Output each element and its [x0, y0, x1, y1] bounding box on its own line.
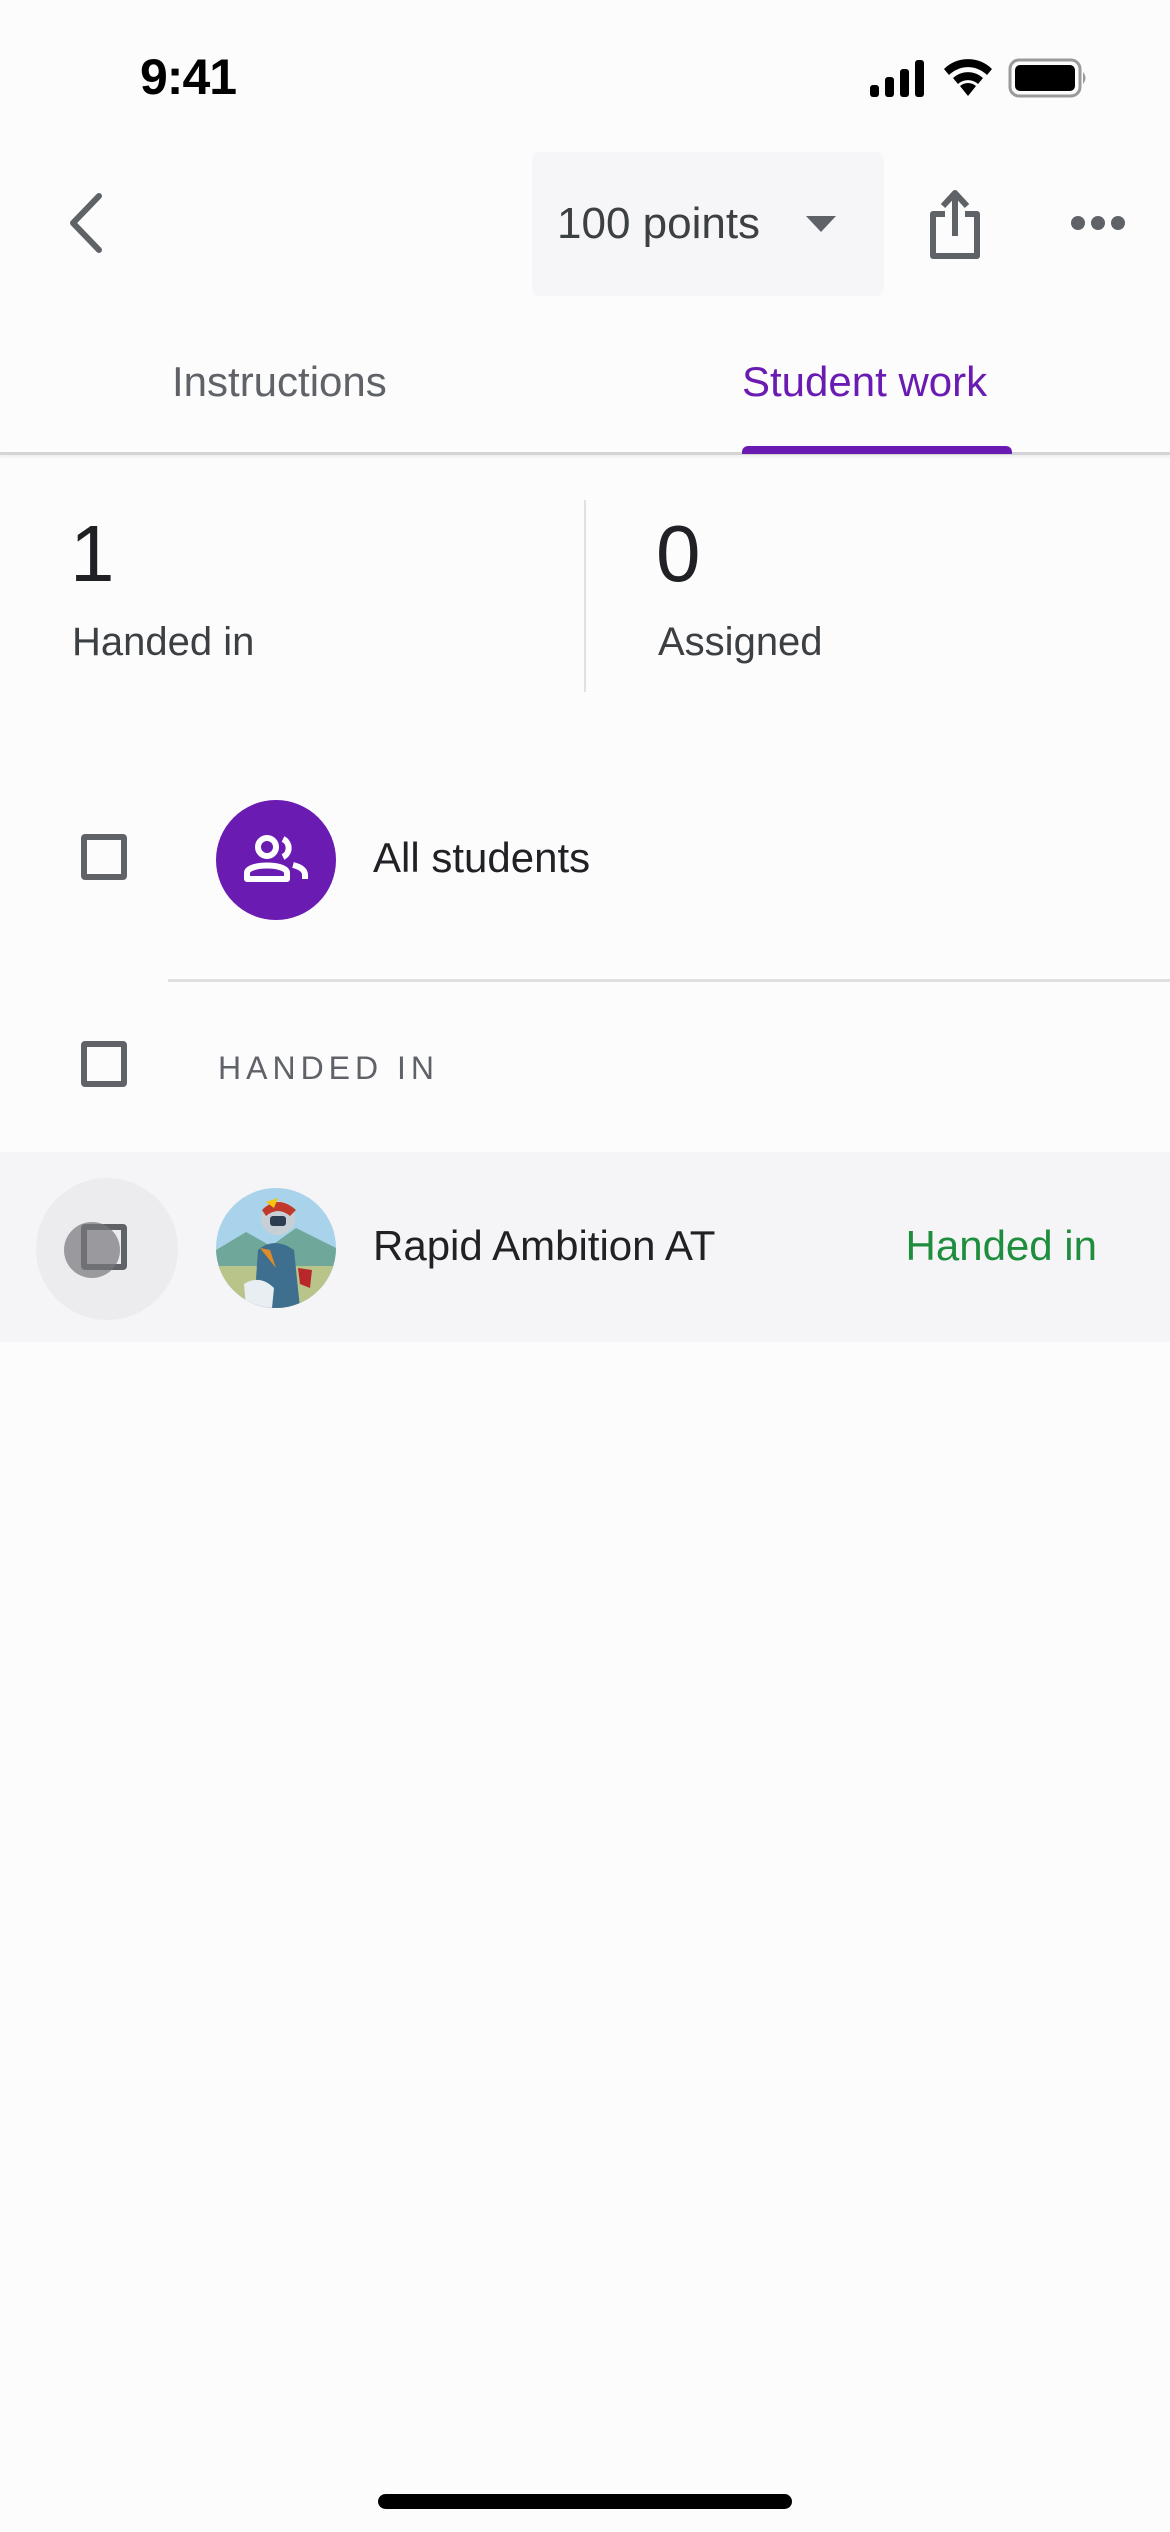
more-options-button[interactable] — [1060, 200, 1135, 250]
assigned-label: Assigned — [658, 620, 823, 664]
student-name: Rapid Ambition AT — [373, 1222, 716, 1269]
section-header-handed-in: HANDED IN — [218, 1050, 440, 1086]
home-indicator[interactable] — [378, 2494, 792, 2509]
caret-down-icon — [804, 214, 838, 239]
tab-instructions[interactable]: Instructions — [172, 330, 387, 452]
tab-bar: Instructions Student work — [0, 330, 1170, 452]
status-time: 9:41 — [140, 49, 237, 105]
more-horizontal-icon — [1070, 215, 1126, 236]
all-students-label[interactable]: All students — [373, 834, 590, 882]
student-status: Handed in — [905, 1222, 1097, 1269]
student-avatar — [216, 1188, 336, 1308]
share-button[interactable] — [920, 185, 990, 270]
assigned-count: 0 — [656, 509, 701, 598]
back-button[interactable] — [50, 180, 120, 270]
handed-in-section-checkbox[interactable] — [81, 1041, 127, 1087]
all-students-checkbox[interactable] — [81, 834, 127, 880]
all-students-avatar — [216, 800, 336, 920]
cellular-signal-icon — [868, 59, 928, 102]
points-value: 100 points — [557, 199, 761, 248]
wifi-icon — [942, 58, 994, 103]
points-dropdown[interactable]: 100 points — [532, 152, 884, 296]
battery-icon — [1008, 58, 1090, 103]
touch-indicator — [64, 1222, 120, 1278]
active-tab-indicator — [742, 446, 1012, 454]
stats-divider — [584, 500, 586, 692]
handed-in-count: 1 — [70, 509, 115, 598]
chevron-left-icon — [65, 192, 105, 259]
group-icon — [241, 833, 311, 888]
share-icon — [927, 190, 983, 265]
handed-in-label: Handed in — [72, 620, 255, 664]
list-divider — [168, 979, 1170, 982]
motocross-rider-avatar — [216, 1188, 336, 1308]
status-icons — [868, 58, 1090, 103]
tab-student-work[interactable]: Student work — [742, 330, 987, 452]
